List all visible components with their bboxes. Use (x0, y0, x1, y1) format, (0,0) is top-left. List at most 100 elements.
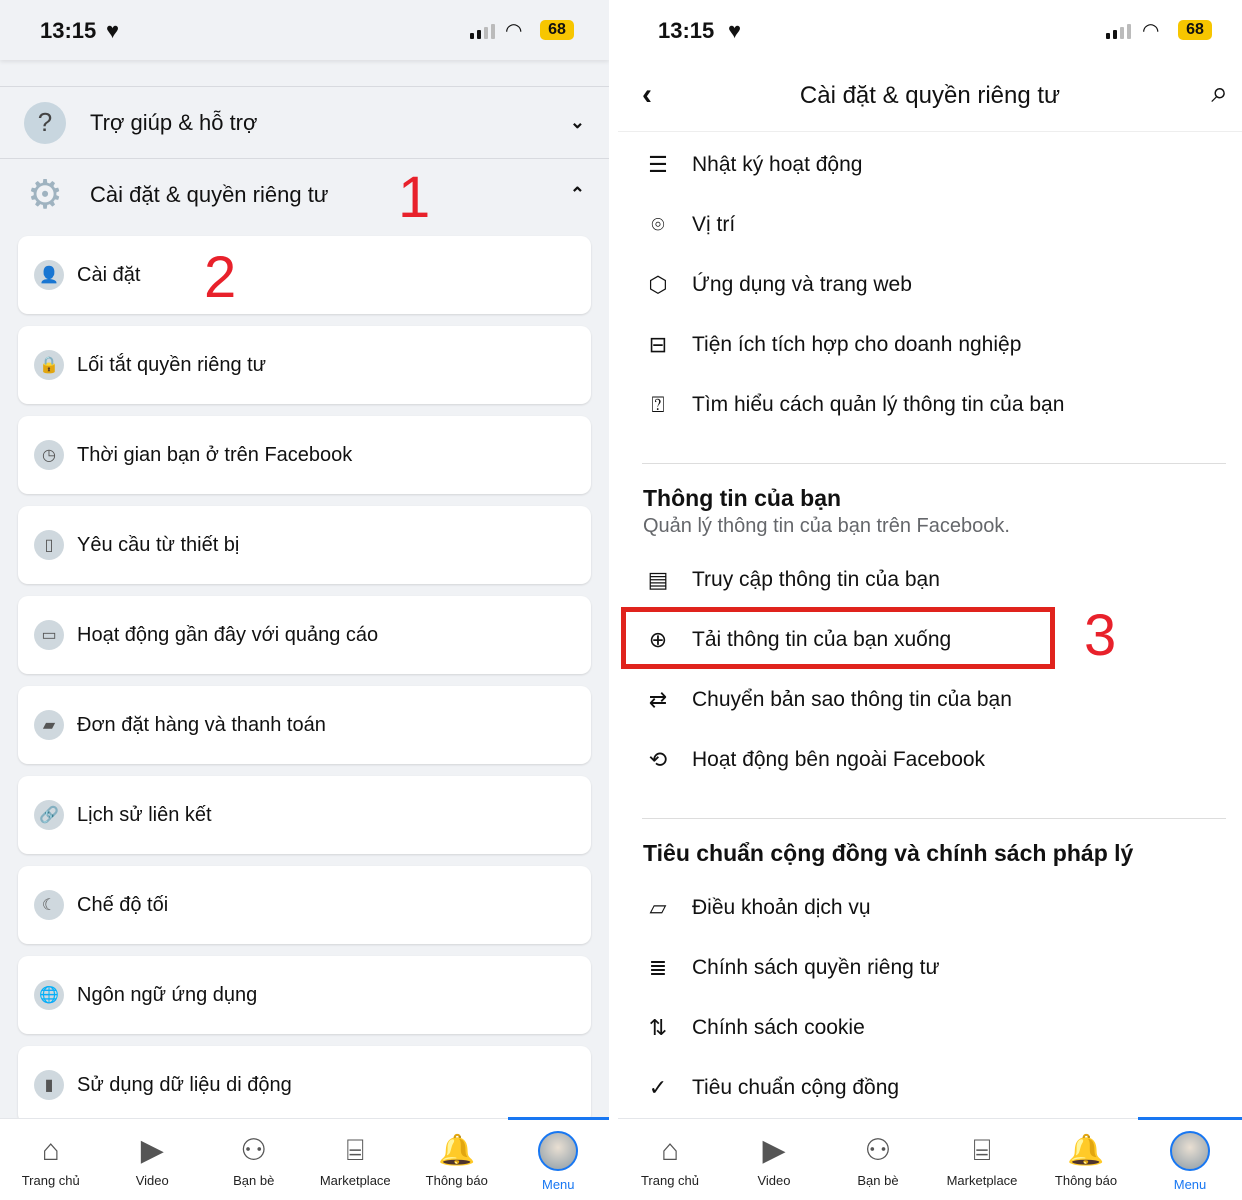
settings-row[interactable]: ⌾ Vị trí (618, 200, 1242, 250)
id-card-icon: ▤ (647, 567, 669, 592)
status-bar: 13:15 ♥ ◠ 68 (618, 0, 1242, 60)
nav-label: Video (135, 1173, 169, 1188)
settings-row[interactable]: ⍰ Tìm hiểu cách quản lý thông tin của bạn (618, 380, 1242, 430)
bell-icon: 🔔 (438, 1134, 476, 1167)
nav-label: Trang chủ (21, 1173, 80, 1188)
settings-menu-item[interactable]: 🔗 Lịch sử liên kết (18, 776, 591, 854)
nav-label: Bạn bè (857, 1173, 899, 1188)
gear-icon: ⚙ (27, 172, 63, 217)
row-label: Tiện ích tích hợp cho doanh nghiệp (692, 333, 1022, 356)
row-label: Hoạt động bên ngoài Facebook (692, 748, 986, 771)
annotation-number: 1 (398, 165, 431, 230)
left-screen: 13:15 ♥ ◠ 68 ? Trợ giúp & hỗ trợ ⌄ ⚙ Cài… (0, 0, 609, 1200)
lock-icon: 🔒 (34, 350, 64, 380)
phone-icon: ▮ (34, 1070, 64, 1100)
nav-tab[interactable]: Menu (1138, 1117, 1242, 1200)
row-label: Điều khoản dịch vụ (692, 896, 871, 919)
nav-label: Menu (541, 1177, 575, 1192)
item-label: Đơn đặt hàng và thanh toán (77, 713, 326, 736)
settings-row[interactable]: ≣ Chính sách quyền riêng tư (618, 943, 1242, 993)
item-label: Hoạt động gần đây với quảng cáo (77, 623, 379, 646)
row-label: Chính sách quyền riêng tư (692, 956, 940, 979)
list-icon: ☰ (648, 152, 668, 177)
video-icon: ▶ (140, 1134, 164, 1167)
chevron-up-icon: ⌃ (569, 184, 585, 204)
book-icon: ▱ (649, 895, 667, 920)
settings-menu-item[interactable]: ◷ Thời gian bạn ở trên Facebook (18, 416, 591, 494)
home-icon: ⌂ (660, 1134, 680, 1167)
video-icon: ▶ (762, 1134, 786, 1167)
briefcase-icon: ⊟ (648, 332, 668, 357)
nav-tab[interactable]: ⌸ Marketplace (305, 1119, 407, 1200)
settings-menu-item[interactable]: ☾ Chế độ tối (18, 866, 591, 944)
section-label: Trợ giúp & hỗ trợ (90, 109, 258, 135)
section-help[interactable]: ? Trợ giúp & hỗ trợ ⌄ (0, 86, 609, 158)
card-icon: ▰ (34, 710, 64, 740)
avatar (1170, 1131, 1210, 1171)
item-label: Lối tắt quyền riêng tư (77, 353, 267, 376)
nav-label: Menu (1173, 1177, 1207, 1192)
nav-tab[interactable]: ▶ Video (722, 1119, 826, 1200)
settings-row[interactable]: ⇅ Chính sách cookie (618, 1003, 1242, 1053)
settings-row[interactable]: ▤ Truy cập thông tin của bạn (618, 555, 1242, 605)
nav-tab[interactable]: ▶ Video (102, 1119, 204, 1200)
page-title: Cài đặt & quyền riêng tư (799, 82, 1061, 109)
bell-icon: 🔔 (1067, 1134, 1105, 1167)
item-label: Chế độ tối (77, 893, 169, 916)
row-label: Tìm hiểu cách quản lý thông tin của bạn (692, 393, 1065, 416)
nav-tab[interactable]: ⌸ Marketplace (930, 1119, 1034, 1200)
settings-row[interactable]: ✓ Tiêu chuẩn cộng đồng (618, 1063, 1242, 1113)
signal-icon (1106, 24, 1131, 39)
section-settings-privacy[interactable]: ⚙ Cài đặt & quyền riêng tư ⌃ (0, 158, 609, 230)
nav-tab[interactable]: ⚇ Bạn bè (826, 1119, 930, 1200)
search-icon[interactable]: ⌕ (1211, 76, 1228, 110)
settings-menu-item[interactable]: ▮ Sử dụng dữ liệu di động (18, 1046, 591, 1124)
settings-row[interactable]: ⟲ Hoạt động bên ngoài Facebook (618, 735, 1242, 785)
user-icon: 👤 (34, 260, 64, 290)
cube-icon: ⬡ (648, 272, 668, 297)
item-label: Ngôn ngữ ứng dụng (77, 983, 258, 1006)
right-screen: 13:15 ♥ ◠ 68 ‹ Cài đặt & quyền riêng tư … (618, 0, 1242, 1200)
nav-tab[interactable]: ⌂ Trang chủ (618, 1119, 722, 1200)
globe-icon: 🌐 (34, 980, 64, 1010)
nav-label: Trang chủ (640, 1173, 700, 1188)
nav-label: Bạn bè (233, 1173, 275, 1188)
status-time: 13:15 (40, 18, 97, 43)
nav-tab[interactable]: 🔔 Thông báo (406, 1119, 508, 1200)
status-time: 13:15 (658, 18, 715, 43)
divider (642, 463, 1226, 464)
clock-icon: ◷ (34, 440, 64, 470)
heart-icon: ♥ (728, 18, 742, 43)
settings-menu-item[interactable]: ▭ Hoạt động gần đây với quảng cáo (18, 596, 591, 674)
section-label: Cài đặt & quyền riêng tư (90, 181, 329, 207)
settings-menu-item[interactable]: 🔒 Lối tắt quyền riêng tư (18, 326, 591, 404)
annotation-number: 2 (204, 245, 237, 310)
nav-tab[interactable]: ⚇ Bạn bè (203, 1119, 305, 1200)
settings-row[interactable]: ⇄ Chuyển bản sao thông tin của bạn (618, 675, 1242, 725)
section-title: Tiêu chuẩn cộng đồng và chính sách pháp … (643, 840, 1134, 866)
home-icon: ⌂ (41, 1134, 60, 1167)
settings-row[interactable]: ☰ Nhật ký hoạt động (618, 140, 1242, 190)
settings-row[interactable]: ▱ Điều khoản dịch vụ (618, 883, 1242, 933)
device-key-icon: ▯ (34, 530, 64, 560)
wifi-icon: ◠ (505, 20, 523, 42)
nav-tab[interactable]: ⌂ Trang chủ (0, 1119, 102, 1200)
settings-row[interactable]: ⊟ Tiện ích tích hợp cho doanh nghiệp (618, 320, 1242, 370)
item-label: Yêu cầu từ thiết bị (77, 533, 240, 556)
badge-check-icon: ✓ (648, 1075, 668, 1100)
item-label: Lịch sử liên kết (77, 803, 212, 826)
battery-indicator: 68 (540, 20, 574, 40)
settings-menu-item[interactable]: 👤 Cài đặt (18, 236, 591, 314)
row-label: Chuyển bản sao thông tin của bạn (692, 688, 1012, 711)
row-label: Chính sách cookie (692, 1016, 865, 1039)
section-title: Thông tin của bạn (643, 485, 842, 511)
nav-tab[interactable]: 🔔 Thông báo (1034, 1119, 1138, 1200)
section-subtitle: Quản lý thông tin của bạn trên Facebook. (643, 515, 1010, 537)
bottom-nav: ⌂ Trang chủ ▶ Video ⚇ Bạn bè ⌸ Marketplace 🔔 Thôn… (618, 1117, 1242, 1200)
settings-row[interactable]: ⬡ Ứng dụng và trang web (618, 260, 1242, 310)
settings-menu-item[interactable]: 🌐 Ngôn ngữ ứng dụng (18, 956, 591, 1034)
settings-menu-item[interactable]: ▯ Yêu cầu từ thiết bị (18, 506, 591, 584)
highlight-box (621, 607, 1055, 669)
nav-tab[interactable]: Menu (507, 1117, 610, 1200)
settings-menu-item[interactable]: ▰ Đơn đặt hàng và thanh toán (18, 686, 591, 764)
